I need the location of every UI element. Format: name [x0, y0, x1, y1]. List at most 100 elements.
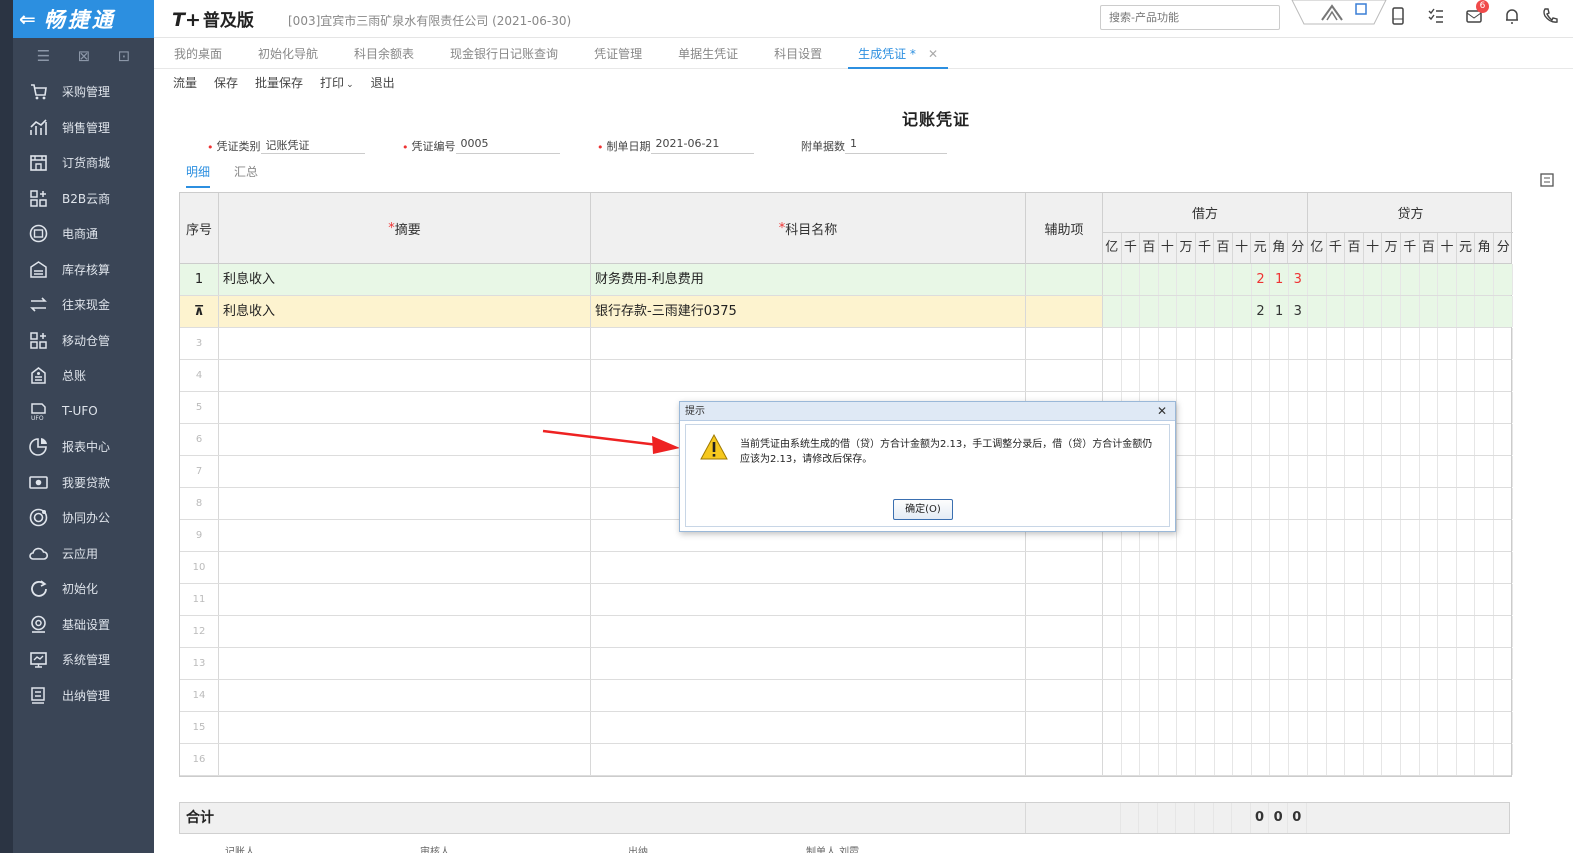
bell-icon[interactable] [1503, 6, 1521, 26]
row-summary[interactable] [219, 456, 591, 487]
tab-5[interactable]: 单据生凭证 [678, 40, 738, 69]
credit-digits[interactable] [1308, 520, 1513, 551]
row-account[interactable] [591, 584, 1026, 615]
tab-2[interactable]: 科目余额表 [354, 40, 414, 69]
debit-digits[interactable] [1103, 328, 1308, 359]
debit-digits[interactable] [1103, 584, 1308, 615]
row-summary[interactable] [219, 680, 591, 711]
voucher-date-field[interactable]: • 制单日期 2021-06-21 [597, 137, 754, 154]
tab-summary[interactable]: 汇总 [234, 163, 258, 188]
row-aux[interactable] [1026, 328, 1103, 359]
phone-device-icon[interactable] [1389, 6, 1407, 26]
debit-digits[interactable]: 213 [1103, 296, 1308, 327]
row-summary[interactable] [219, 360, 591, 391]
debit-digits[interactable]: 213 [1103, 264, 1308, 295]
edit-icon[interactable]: ⊡ [118, 47, 131, 65]
row-summary[interactable] [219, 552, 591, 583]
collapse-icon[interactable]: ⊠ [78, 47, 91, 65]
checklist-icon[interactable] [1427, 6, 1445, 26]
sidebar-item-mobile-warehouse[interactable]: 移动仓管 [13, 323, 154, 359]
toolbar-button-3[interactable]: 打印 ⌄ [320, 74, 354, 91]
tab-6[interactable]: 科目设置 [774, 40, 822, 69]
close-icon[interactable]: ✕ [1157, 402, 1167, 421]
tab-4[interactable]: 凭证管理 [594, 40, 642, 69]
row-aux[interactable] [1026, 648, 1103, 679]
credit-digits[interactable] [1308, 680, 1513, 711]
row-aux[interactable] [1026, 680, 1103, 711]
row-summary[interactable] [219, 328, 591, 359]
row-summary[interactable] [219, 584, 591, 615]
credit-digits[interactable] [1308, 392, 1513, 423]
table-row[interactable]: 4 [180, 360, 1513, 392]
tab-detail[interactable]: 明细 [186, 163, 211, 188]
row-summary[interactable] [219, 744, 591, 775]
row-summary[interactable] [219, 424, 591, 455]
sidebar-item-office[interactable]: 协同办公 [13, 500, 154, 536]
sidebar-item-settings[interactable]: 基础设置 [13, 607, 154, 643]
table-row[interactable]: 15 [180, 712, 1513, 744]
debit-digits[interactable] [1103, 360, 1308, 391]
toolbar-button-0[interactable]: 流量 [173, 74, 197, 91]
row-account[interactable] [591, 648, 1026, 679]
row-aux[interactable] [1026, 360, 1103, 391]
sidebar-item-cloud[interactable]: 云应用 [13, 536, 154, 572]
back-arrow-icon[interactable]: ⇐ [19, 7, 36, 31]
phone-icon[interactable] [1541, 6, 1559, 26]
sidebar-item-ledger[interactable]: 总账 [13, 358, 154, 394]
sidebar-item-store[interactable]: 订货商城 [13, 145, 154, 181]
sidebar-item-purchase[interactable]: 采购管理 [13, 74, 154, 110]
debit-digits[interactable] [1103, 680, 1308, 711]
sidebar-item-ufo[interactable]: UFO T-UFO [13, 394, 154, 430]
table-row[interactable]: 3 [180, 328, 1513, 360]
row-aux[interactable] [1026, 712, 1103, 743]
credit-digits[interactable] [1308, 488, 1513, 519]
credit-digits[interactable] [1308, 456, 1513, 487]
debit-digits[interactable] [1103, 744, 1308, 775]
voucher-number-value[interactable]: 0005 [455, 137, 560, 154]
credit-digits[interactable] [1308, 648, 1513, 679]
row-summary[interactable] [219, 712, 591, 743]
menu-icon[interactable]: ☰ [37, 47, 50, 65]
row-summary[interactable] [219, 616, 591, 647]
search-input[interactable] [1100, 5, 1280, 30]
sidebar-item-report[interactable]: 报表中心 [13, 429, 154, 465]
toolbar-button-1[interactable]: 保存 [214, 74, 238, 91]
row-insert-icon[interactable]: ⊼ [194, 304, 205, 319]
sidebar-item-ecommerce[interactable]: 电商通 [13, 216, 154, 252]
row-summary[interactable] [219, 392, 591, 423]
debit-digits[interactable] [1103, 616, 1308, 647]
sidebar-item-loan[interactable]: 我要贷款 [13, 465, 154, 501]
tab-3[interactable]: 现金银行日记账查询 [450, 40, 558, 69]
row-account[interactable] [591, 328, 1026, 359]
table-row[interactable]: 1 利息收入 财务费用-利息费用 2 1 3 [180, 264, 1513, 296]
row-account[interactable]: 财务费用-利息费用 [591, 264, 1026, 295]
row-account[interactable] [591, 744, 1026, 775]
row-aux[interactable] [1026, 296, 1103, 327]
voucher-type-field[interactable]: • 凭证类别 记账凭证 [207, 137, 365, 154]
sidebar-item-init[interactable]: 初始化 [13, 571, 154, 607]
row-aux[interactable] [1026, 264, 1103, 295]
voucher-date-value[interactable]: 2021-06-21 [650, 137, 754, 154]
voucher-type-value[interactable]: 记账凭证 [260, 137, 365, 154]
column-settings-icon[interactable] [1538, 171, 1556, 189]
message-icon[interactable]: 6 [1465, 0, 1489, 26]
ai-assistant-icon[interactable] [1274, 0, 1394, 26]
tab-0[interactable]: 我的桌面 [174, 40, 222, 69]
sidebar-item-sales[interactable]: 销售管理 [13, 110, 154, 146]
credit-digits[interactable] [1308, 744, 1513, 775]
table-row[interactable]: ⊼ 利息收入 银行存款-三雨建行0375 2 1 3 [180, 296, 1513, 328]
row-summary[interactable] [219, 520, 591, 551]
row-account[interactable] [591, 680, 1026, 711]
table-row[interactable]: 10 [180, 552, 1513, 584]
voucher-number-field[interactable]: • 凭证编号 0005 [402, 137, 560, 154]
debit-digits[interactable] [1103, 552, 1308, 583]
sidebar-item-cashier[interactable]: 出纳管理 [13, 678, 154, 714]
credit-digits[interactable] [1308, 584, 1513, 615]
attachment-count-value[interactable]: 1 [845, 137, 947, 154]
credit-digits[interactable] [1308, 264, 1513, 295]
row-aux[interactable] [1026, 616, 1103, 647]
row-summary[interactable] [219, 648, 591, 679]
row-aux[interactable] [1026, 744, 1103, 775]
credit-digits[interactable] [1308, 296, 1513, 327]
debit-digits[interactable] [1103, 648, 1308, 679]
